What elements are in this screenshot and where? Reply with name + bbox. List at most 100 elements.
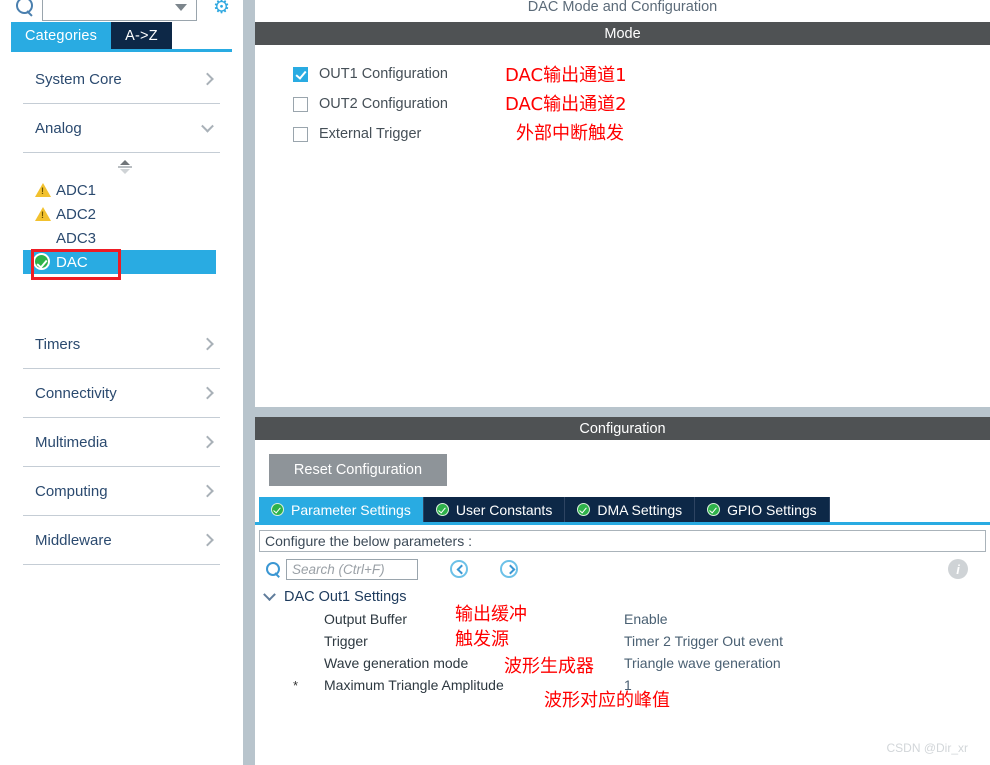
- sidebar-item-analog[interactable]: Analog: [23, 104, 220, 153]
- application-window: ⚙ Categories A->Z System Core Analog ! A…: [0, 0, 990, 765]
- page-title: DAC Mode and Configuration: [527, 0, 718, 15]
- configuration-tabbar: Parameter Settings User Constants DMA Se…: [255, 497, 990, 522]
- warning-icon: [35, 207, 51, 221]
- chevron-right-icon: [201, 386, 214, 400]
- parameter-search-input[interactable]: Search (Ctrl+F): [286, 558, 418, 580]
- param-value[interactable]: Timer 2 Trigger Out event: [624, 633, 783, 649]
- configuration-hint: Configure the below parameters :: [259, 530, 986, 552]
- chevron-right-icon: [201, 484, 214, 498]
- tab-categories-label: Categories: [25, 27, 98, 44]
- annotation-dac-out1: DAC输出通道1: [505, 65, 627, 86]
- chevron-down-icon[interactable]: [263, 587, 276, 601]
- peripheral-list: ADC1 ADC2 ADC3 DAC: [23, 178, 216, 274]
- sidebar-item-dac[interactable]: DAC: [23, 250, 216, 274]
- check-ok-icon: [577, 503, 591, 516]
- param-value[interactable]: Enable: [624, 611, 668, 627]
- sidebar-item-middleware[interactable]: Middleware: [23, 516, 220, 565]
- param-name: Maximum Triangle Amplitude: [324, 677, 504, 693]
- mode-section-title: Mode: [604, 25, 641, 42]
- sidebar-item-label: DAC: [56, 253, 88, 271]
- tab-dma-settings[interactable]: DMA Settings: [565, 497, 696, 522]
- parameter-group-dac-out1[interactable]: DAC Out1 Settings: [255, 586, 990, 608]
- tab-gpio-settings[interactable]: GPIO Settings: [695, 497, 830, 522]
- table-row[interactable]: Output Buffer Enable: [255, 608, 990, 630]
- sidebar-search-row: ⚙: [0, 0, 243, 22]
- chevron-right-icon: [201, 337, 214, 351]
- info-icon[interactable]: i: [948, 559, 968, 579]
- annotation-wave-mode: 波形生成器: [504, 656, 594, 677]
- search-icon[interactable]: [14, 0, 36, 18]
- checkbox-external-trigger[interactable]: [293, 126, 308, 142]
- param-name: Trigger: [324, 633, 368, 649]
- annotation-external-trigger: 外部中断触发: [516, 123, 624, 144]
- sidebar-item-label: Connectivity: [35, 384, 117, 402]
- sidebar-item-adc2[interactable]: ADC2: [23, 202, 216, 226]
- param-name: Wave generation mode: [324, 655, 469, 671]
- spinner-divider: [118, 166, 132, 168]
- check-ok-icon: [707, 503, 721, 516]
- tab-categories[interactable]: Categories: [11, 22, 112, 49]
- checkbox-out2-configuration[interactable]: [293, 96, 308, 112]
- tab-a-to-z[interactable]: A->Z: [111, 22, 172, 49]
- annotation-output-buffer: 输出缓冲: [455, 604, 527, 625]
- param-value[interactable]: Triangle wave generation: [624, 655, 781, 671]
- check-ok-icon: [435, 503, 449, 516]
- annotation-trigger: 触发源: [455, 629, 509, 650]
- sidebar-item-label: ADC2: [56, 205, 97, 223]
- annotation-max-amplitude: 波形对应的峰值: [544, 690, 670, 711]
- tab-a-to-z-label: A->Z: [125, 27, 158, 44]
- table-row[interactable]: Wave generation mode Triangle wave gener…: [255, 652, 990, 674]
- category-list-lower: Timers Connectivity Multimedia Computing…: [11, 320, 232, 565]
- annotation-dac-out2: DAC输出通道2: [505, 94, 627, 115]
- circle-back-arrow-icon[interactable]: [450, 560, 468, 578]
- mode-section-header: Mode: [255, 22, 990, 45]
- sidebar-item-timers[interactable]: Timers: [23, 320, 220, 369]
- scroll-spinner[interactable]: [118, 160, 132, 176]
- sidebar-item-label: System Core: [35, 70, 122, 88]
- checkbox-out2-label: OUT2 Configuration: [319, 96, 448, 112]
- sidebar-item-system-core[interactable]: System Core: [23, 55, 220, 104]
- tab-user-constants[interactable]: User Constants: [423, 497, 566, 522]
- spinner-down-icon: [120, 169, 130, 174]
- sidebar-item-connectivity[interactable]: Connectivity: [23, 369, 220, 418]
- check-ok-icon: [33, 253, 50, 270]
- sidebar-tabs: Categories A->Z: [11, 22, 172, 49]
- configuration-section-header: Configuration: [255, 417, 990, 440]
- tab-user-constants-label: User Constants: [455, 501, 553, 518]
- checkbox-out1-label: OUT1 Configuration: [319, 66, 448, 82]
- chevron-right-icon: [201, 533, 214, 547]
- sidebar-item-adc3[interactable]: ADC3: [23, 226, 216, 250]
- sidebar-item-label: Timers: [35, 335, 81, 353]
- sidebar-divider[interactable]: [243, 0, 255, 765]
- tab-parameter-settings-label: Parameter Settings: [291, 501, 411, 518]
- sidebar-item-label: Analog: [35, 119, 82, 137]
- table-row[interactable]: Trigger Timer 2 Trigger Out event: [255, 630, 990, 652]
- reset-configuration-button[interactable]: Reset Configuration: [269, 454, 447, 486]
- tabs-underline: [11, 49, 232, 52]
- circle-forward-arrow-icon[interactable]: [500, 560, 518, 578]
- sidebar-item-computing[interactable]: Computing: [23, 467, 220, 516]
- row-star: *: [293, 678, 299, 693]
- sidebar-item-label: Multimedia: [35, 433, 108, 451]
- gear-icon[interactable]: ⚙: [213, 0, 230, 17]
- sidebar-item-multimedia[interactable]: Multimedia: [23, 418, 220, 467]
- checkbox-external-trigger-label: External Trigger: [319, 126, 422, 142]
- watermark: CSDN @Dir_xr: [886, 741, 968, 755]
- chevron-down-icon: [201, 119, 214, 133]
- reset-button-wrap: Reset Configuration: [255, 440, 990, 497]
- search-input[interactable]: [42, 0, 197, 21]
- checkbox-out1-configuration[interactable]: [293, 66, 308, 82]
- chevron-right-icon: [201, 72, 214, 86]
- chevron-down-icon[interactable]: [175, 3, 187, 11]
- warning-icon: [35, 183, 51, 197]
- search-icon[interactable]: [265, 561, 281, 577]
- parameter-search-row: Search (Ctrl+F) i: [255, 552, 990, 586]
- sidebar-item-label: ADC1: [56, 181, 97, 199]
- check-ok-icon: [271, 503, 284, 516]
- category-list: System Core Analog: [11, 55, 232, 153]
- tab-gpio-settings-label: GPIO Settings: [727, 501, 817, 518]
- configuration-section-title: Configuration: [579, 420, 666, 437]
- parameter-search-placeholder: Search (Ctrl+F): [292, 561, 385, 577]
- sidebar-item-adc1[interactable]: ADC1: [23, 178, 216, 202]
- tab-parameter-settings[interactable]: Parameter Settings: [259, 497, 424, 522]
